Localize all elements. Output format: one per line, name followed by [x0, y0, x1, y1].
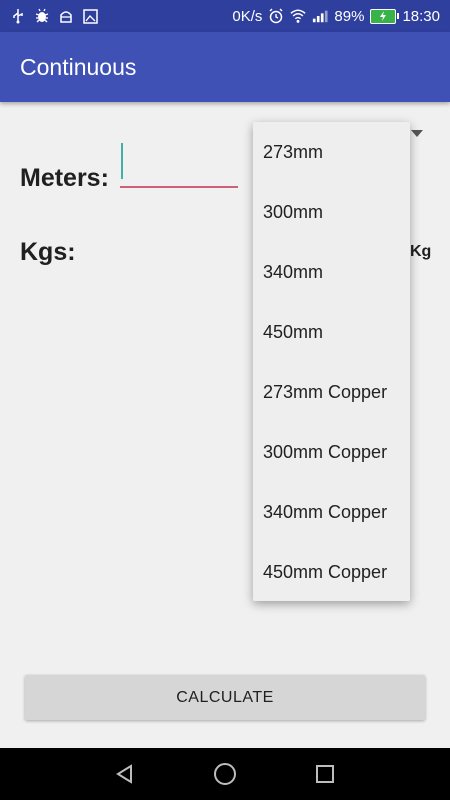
dropdown-option[interactable]: 450mm	[253, 302, 410, 362]
dropdown-option[interactable]: 450mm Copper	[253, 542, 410, 602]
kgs-label: Kgs:	[20, 238, 76, 266]
dropdown-option[interactable]: 273mm	[253, 122, 410, 182]
dropdown-option[interactable]: 273mm Copper	[253, 362, 410, 422]
status-left	[10, 8, 98, 24]
calculate-button[interactable]: CALCULATE	[25, 675, 425, 720]
spinner-dropdown-arrow-icon[interactable]	[411, 130, 423, 137]
navigation-bar	[0, 748, 450, 800]
battery-percent: 89%	[334, 7, 365, 25]
recents-icon[interactable]	[310, 759, 340, 789]
home-icon[interactable]	[210, 759, 240, 789]
status-time: 18:30	[402, 7, 440, 25]
battery-charging-icon	[370, 8, 400, 24]
dropdown-option[interactable]: 300mm Copper	[253, 422, 410, 482]
app-bar: Continuous	[0, 32, 450, 102]
alarm-icon	[268, 8, 284, 24]
text-cursor	[121, 143, 123, 179]
dropdown-option[interactable]: 300mm	[253, 182, 410, 242]
app-title: Continuous	[20, 53, 137, 80]
usb-icon	[10, 8, 26, 24]
dropdown-option[interactable]: 340mm Copper	[253, 482, 410, 542]
android-icon	[58, 8, 74, 24]
meters-input[interactable]	[120, 140, 238, 188]
app-screen: 0K/s 89% 18:30 Continuous Meters: Kgs: K…	[0, 0, 450, 800]
dropdown-option[interactable]: 340mm	[253, 242, 410, 302]
meters-label: Meters:	[20, 164, 109, 192]
back-icon[interactable]	[110, 759, 140, 789]
image-icon	[82, 8, 98, 24]
size-dropdown-list: 273mm 300mm 340mm 450mm 273mm Copper 300…	[253, 122, 410, 601]
debug-icon	[34, 8, 50, 24]
signal-icon	[312, 8, 328, 24]
wifi-icon	[290, 8, 307, 24]
status-bar: 0K/s 89% 18:30	[0, 0, 450, 32]
status-right: 0K/s 89% 18:30	[232, 8, 440, 25]
kg-unit-label: Kg	[410, 243, 432, 260]
network-speed: 0K/s	[232, 7, 263, 25]
